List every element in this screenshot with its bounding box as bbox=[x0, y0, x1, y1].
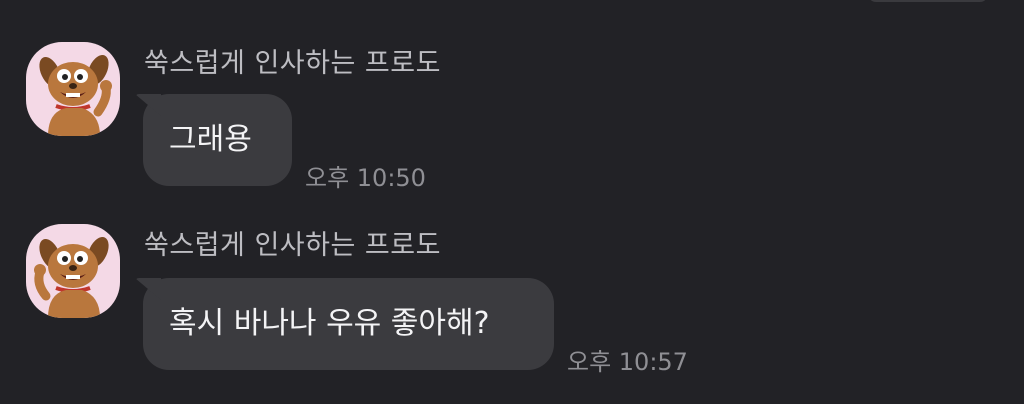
chat-area[interactable]: 쑥스럽게 인사하는 프로도 그래용 오후 10:50 쑥스럽게 인사하는 프로도… bbox=[0, 0, 1024, 404]
previous-message-bubble-partial bbox=[868, 0, 988, 2]
message-timestamp: 오후 10:57 bbox=[567, 348, 688, 376]
message-timestamp: 오후 10:50 bbox=[305, 164, 426, 192]
message-bubble[interactable]: 그래용 bbox=[143, 94, 292, 186]
frodo-dog-avatar-icon bbox=[39, 55, 112, 136]
sender-name: 쑥스럽게 인사하는 프로도 bbox=[144, 48, 441, 79]
sender-name: 쑥스럽게 인사하는 프로도 bbox=[144, 230, 441, 261]
sender-avatar[interactable] bbox=[26, 42, 120, 136]
message-bubble[interactable]: 혹시 바나나 우유 좋아해? bbox=[143, 278, 554, 370]
frodo-dog-avatar-icon bbox=[34, 237, 109, 318]
sender-avatar[interactable] bbox=[26, 224, 120, 318]
